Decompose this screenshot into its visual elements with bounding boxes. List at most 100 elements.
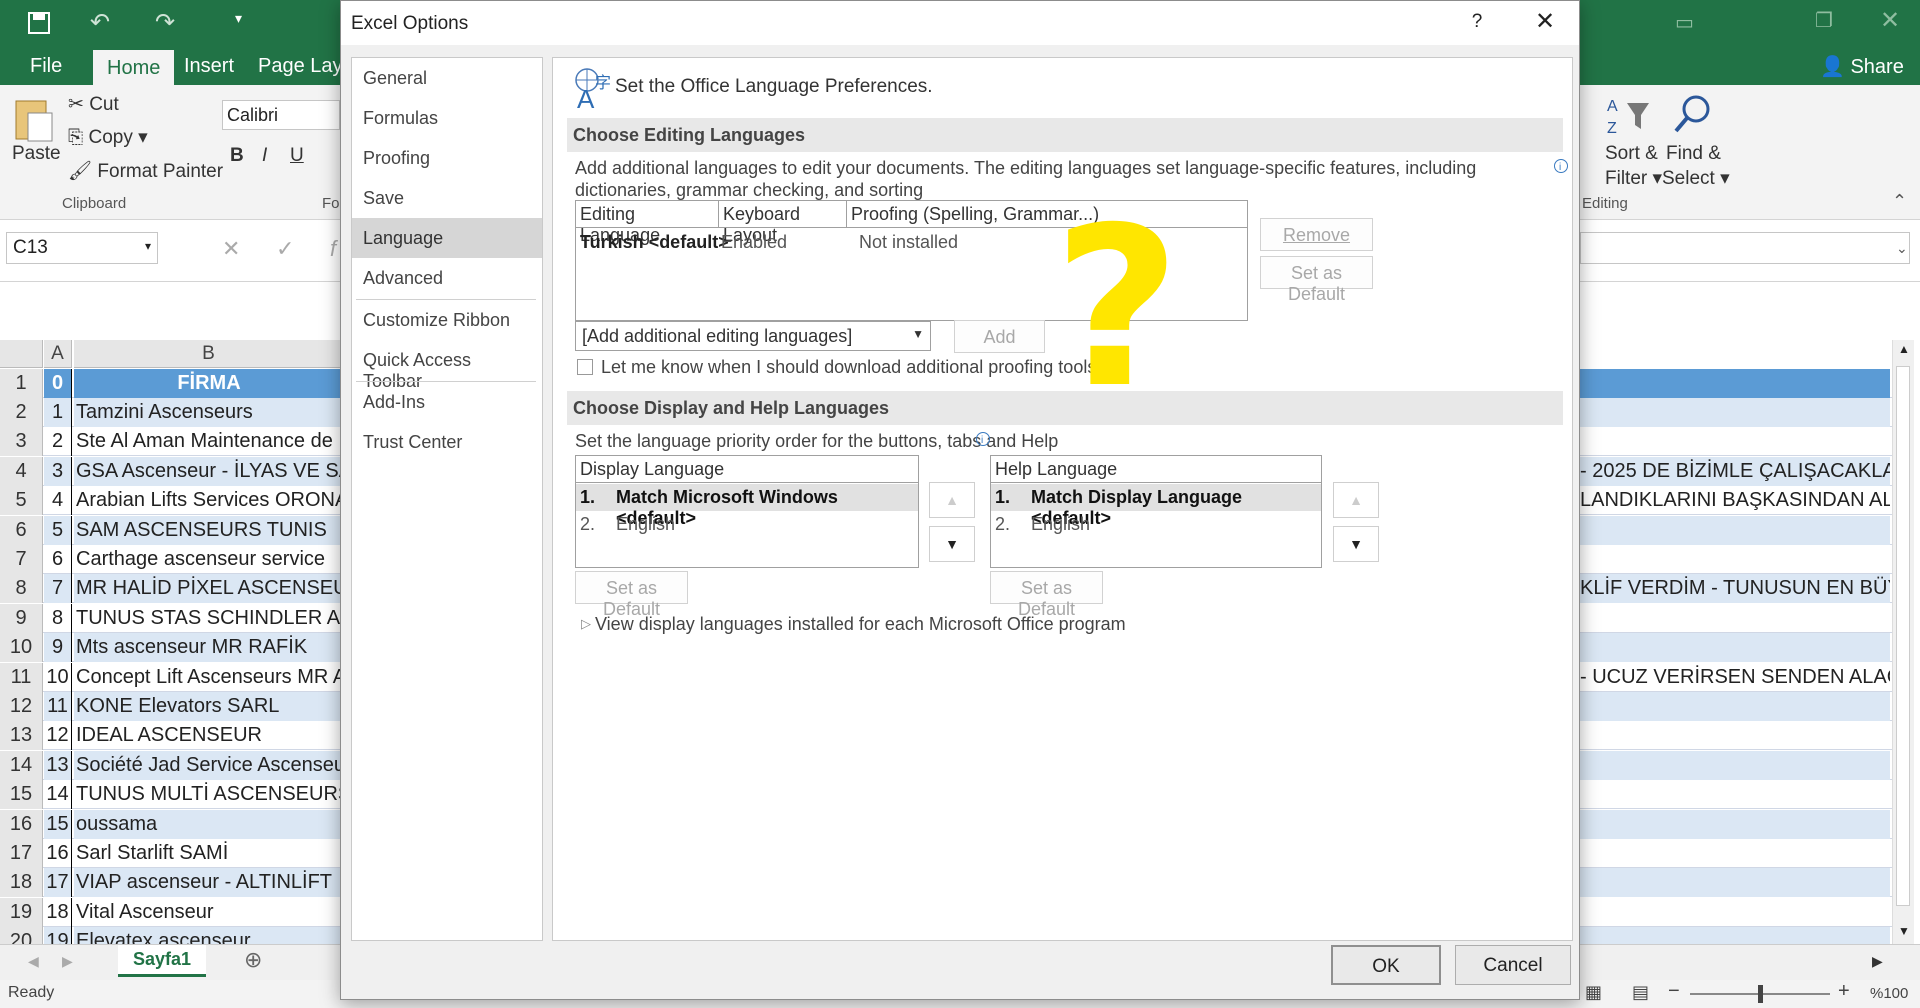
cell-right[interactable] <box>1580 927 1890 944</box>
col-proofing[interactable]: Proofing (Spelling, Grammar...) <box>847 201 1247 228</box>
row-number[interactable]: 12 <box>0 692 43 721</box>
help-language-list[interactable]: Help Language 1. Match Display Language <… <box>990 455 1322 568</box>
find-select-label[interactable]: Find & <box>1666 143 1721 165</box>
set-default-help-button[interactable]: Set as Default <box>990 571 1103 619</box>
cell-b[interactable]: Vital Ascenseur <box>74 898 344 927</box>
cell-a[interactable]: 3 <box>44 456 72 486</box>
row-number[interactable]: 14 <box>0 750 43 780</box>
display-move-up-button[interactable]: ▲ <box>929 482 975 518</box>
cell-a[interactable]: 4 <box>44 486 72 516</box>
cell-b[interactable]: Carthage ascenseur service <box>74 545 344 574</box>
sort-filter-label[interactable]: Sort & <box>1605 143 1658 165</box>
collapse-ribbon-icon[interactable]: ⌃ <box>1892 191 1907 212</box>
zoom-in-icon[interactable]: + <box>1838 980 1850 1003</box>
cell-b[interactable]: GSA Ascenseur - İLYAS VE SAN <box>74 456 344 486</box>
page-layout-view-icon[interactable]: ▤ <box>1632 982 1649 1003</box>
ribbon-display-icon[interactable]: ▭ <box>1675 10 1694 35</box>
cell-a[interactable]: 12 <box>44 721 72 751</box>
zoom-slider-thumb[interactable] <box>1758 985 1763 1003</box>
help-language-item-1[interactable]: 1. Match Display Language <default> <box>991 484 1321 528</box>
display-move-down-button[interactable]: ▼ <box>929 526 975 562</box>
formula-input[interactable] <box>1580 232 1910 264</box>
cell-right[interactable] <box>1580 515 1890 545</box>
cell-a[interactable]: 10 <box>44 662 72 692</box>
underline-button[interactable]: U <box>290 145 304 167</box>
cell-right[interactable]: KLİF VERDİM - TUNUSUN EN BÜYÜK <box>1580 574 1890 604</box>
redo-icon[interactable]: ↷ <box>155 8 175 37</box>
format-painter-button[interactable]: 🖌 Format Painter <box>68 159 223 183</box>
nav-quick-access-toolbar[interactable]: Quick Access Toolbar <box>352 340 542 391</box>
cell-b[interactable]: SAM ASCENSEURS TUNIS <box>74 515 344 545</box>
font-name-box[interactable]: Calibri <box>222 100 340 130</box>
set-default-display-button[interactable]: Set as Default <box>575 571 688 619</box>
row-number[interactable]: 10 <box>0 633 43 663</box>
cell-b[interactable]: oussama <box>74 809 344 839</box>
help-button[interactable]: ? <box>1456 11 1498 43</box>
cell-a[interactable]: 8 <box>44 603 72 633</box>
expand-triangle-icon[interactable]: ▷ <box>581 616 591 632</box>
view-display-languages-link[interactable]: View display languages installed for eac… <box>595 614 1126 635</box>
cell-right[interactable] <box>1580 839 1890 868</box>
cell-right[interactable] <box>1580 868 1890 898</box>
cell-right[interactable]: - 2025 DE BİZİMLE ÇALIŞACAKLAR - <box>1580 456 1890 486</box>
help-language-item-2[interactable]: 2. English <box>991 511 1321 538</box>
row-number[interactable]: 6 <box>0 515 43 545</box>
remove-button[interactable]: Remove <box>1260 218 1373 251</box>
restore-icon[interactable]: ❐ <box>1815 8 1833 33</box>
cell-a[interactable]: 11 <box>44 692 72 721</box>
nav-proofing[interactable]: Proofing <box>352 138 542 178</box>
row-number[interactable]: 3 <box>0 427 43 457</box>
cell-right[interactable] <box>1580 692 1890 721</box>
next-sheet-icon[interactable]: ▶ <box>62 953 73 970</box>
find-icon[interactable] <box>1670 93 1714 137</box>
cell-right[interactable]: - UCUZ VERİRSEN SENDEN ALACA <box>1580 663 1890 692</box>
cell-a[interactable]: 19 <box>44 927 72 944</box>
vertical-scrollbar[interactable]: ▲ ▼ <box>1892 340 1914 944</box>
cell-b[interactable]: MR HALİD PİXEL ASCENSEURS <box>74 574 344 604</box>
cell-b[interactable]: IDEAL ASCENSEUR <box>74 721 344 750</box>
cell-right[interactable] <box>1580 809 1890 839</box>
cell-b[interactable]: Ste Al Aman Maintenance de <box>74 427 344 456</box>
column-header-a[interactable]: A <box>44 340 72 368</box>
row-number[interactable]: 4 <box>0 456 43 486</box>
cell-a[interactable]: 17 <box>44 868 72 898</box>
cell-right[interactable] <box>1580 545 1890 574</box>
row-number[interactable]: 19 <box>0 897 43 927</box>
paste-icon[interactable] <box>12 95 56 143</box>
ok-button[interactable]: OK <box>1331 945 1441 985</box>
cell-b[interactable]: KONE Elevators SARL <box>74 692 344 721</box>
cell-right[interactable] <box>1580 427 1890 456</box>
cell-right[interactable] <box>1580 898 1890 927</box>
tab-file[interactable]: File <box>30 55 62 78</box>
cell-b[interactable]: TUNUS STAS SCHINDLER ASCE <box>74 604 344 633</box>
nav-add-ins[interactable]: Add-Ins <box>352 382 542 422</box>
header-cell-a[interactable]: 0 <box>44 369 72 398</box>
sheet-tab[interactable]: Sayfa1 <box>118 945 206 977</box>
help-move-up-button[interactable]: ▲ <box>1333 482 1379 518</box>
save-icon[interactable] <box>28 12 50 34</box>
scroll-down-icon[interactable]: ▼ <box>1898 924 1910 938</box>
header-cell-right[interactable] <box>1580 369 1890 398</box>
info-icon[interactable]: i <box>1553 158 1569 174</box>
cell-right[interactable] <box>1580 398 1890 427</box>
cell-right[interactable]: LANDIKLARINI BAŞKASINDAN ALMA <box>1580 486 1890 515</box>
select-all-corner[interactable] <box>0 340 43 368</box>
cell-a[interactable]: 6 <box>44 545 72 574</box>
display-language-list[interactable]: Display Language 1. Match Microsoft Windo… <box>575 455 919 568</box>
row-number[interactable]: 7 <box>0 545 43 574</box>
normal-view-icon[interactable]: ▦ <box>1585 982 1602 1003</box>
set-default-editing-button[interactable]: Set as Default <box>1260 256 1373 304</box>
row-number[interactable]: 15 <box>0 780 43 810</box>
name-box[interactable]: C13 ▾ <box>6 232 158 264</box>
row-number[interactable]: 1 <box>0 369 43 398</box>
cell-b[interactable]: Société Jad Service Ascenseur <box>74 750 344 780</box>
confirm-entry-icon[interactable]: ✓ <box>276 236 294 262</box>
cell-b[interactable]: Mts ascenseur MR RAFİK <box>74 633 344 663</box>
cancel-entry-icon[interactable]: ✕ <box>222 236 240 262</box>
dialog-close-button[interactable]: ✕ <box>1524 7 1566 39</box>
bold-button[interactable]: B <box>230 145 244 167</box>
row-number[interactable]: 16 <box>0 809 43 839</box>
cell-a[interactable]: 13 <box>44 750 72 780</box>
help-move-down-button[interactable]: ▼ <box>1333 526 1379 562</box>
nav-save[interactable]: Save <box>352 178 542 218</box>
